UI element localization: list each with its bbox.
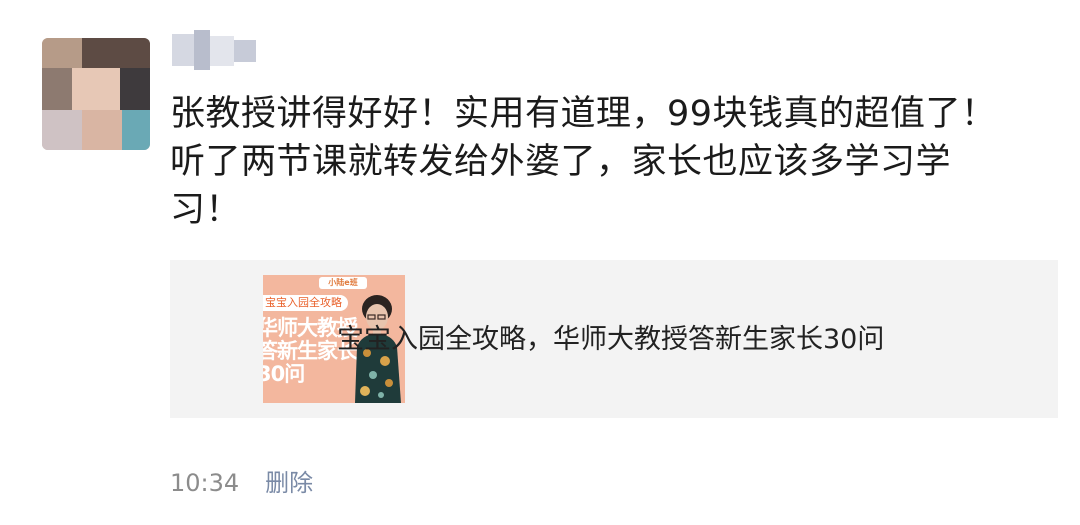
delete-button[interactable]: 删除 <box>265 466 313 500</box>
thumbnail-tag: 宝宝入园全攻略 <box>263 295 348 311</box>
shared-article-title[interactable]: 宝宝入园全攻略，华师大教授答新生家长30问 <box>337 318 884 362</box>
thumbnail-logo: 小陆e班 <box>319 277 367 289</box>
moments-post: 张教授讲得好好！实用有道理，99块钱真的超值了！ 听了两节课就转发给外婆了，家长… <box>0 0 1080 525</box>
post-meta: 10:34 删除 <box>170 466 313 500</box>
thumbnail-title: 华师大教授 答新生家长 30问 <box>263 316 358 386</box>
post-text: 张教授讲得好好！实用有道理，99块钱真的超值了！ 听了两节课就转发给外婆了，家长… <box>170 94 997 230</box>
post-time: 10:34 <box>170 469 240 497</box>
nickname-blurred[interactable] <box>172 30 256 70</box>
avatar[interactable] <box>42 38 150 150</box>
